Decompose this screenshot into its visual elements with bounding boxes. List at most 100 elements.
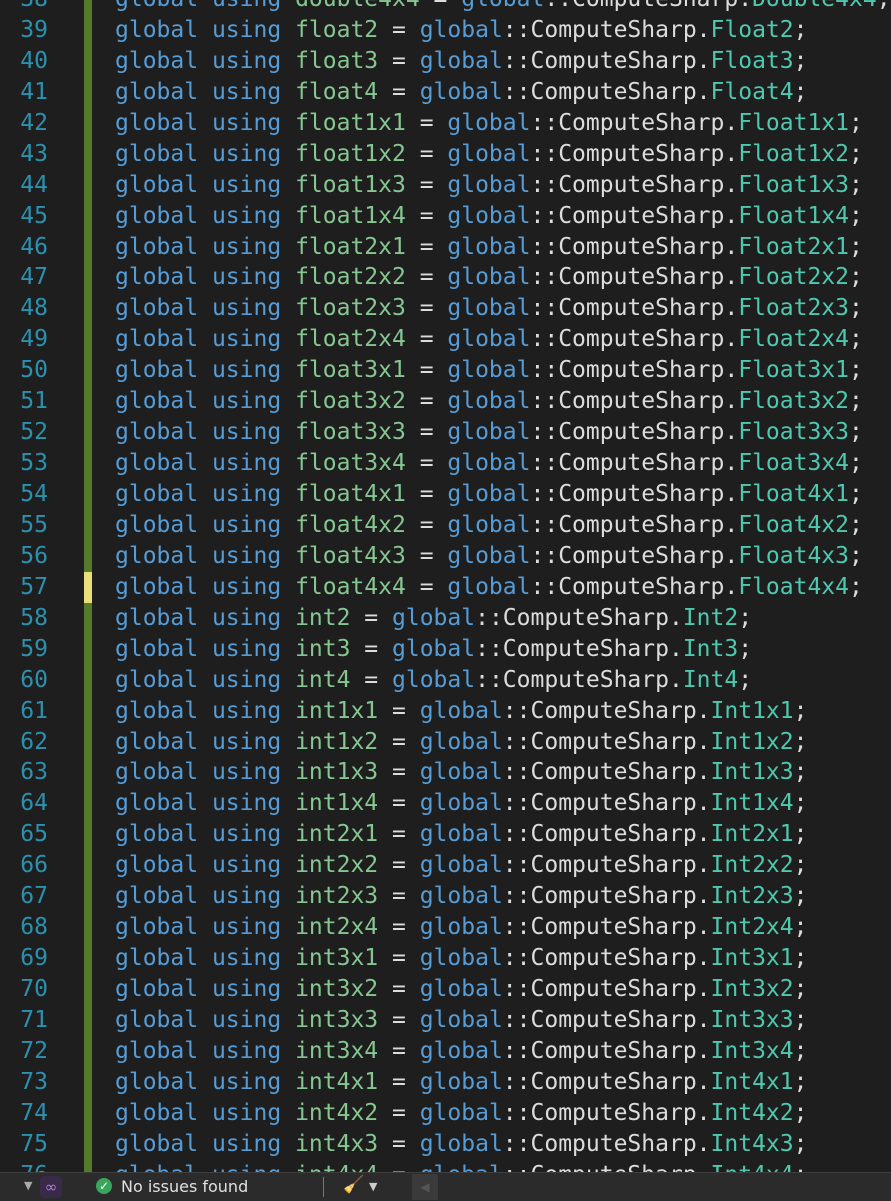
alias-name: float4x2: [295, 511, 406, 538]
horizontal-scrollbar[interactable]: [438, 1174, 891, 1200]
code-text[interactable]: global using float1x2 = global::ComputeS…: [115, 139, 863, 170]
code-line[interactable]: 47 global using float2x2 = global::Comput…: [0, 262, 891, 294]
code-text[interactable]: global using float2x2 = global::ComputeS…: [115, 262, 863, 293]
code-line[interactable]: 68 global using int2x4 = global::ComputeS…: [0, 912, 891, 944]
scroll-left-icon[interactable]: ◀: [412, 1174, 438, 1200]
code-line[interactable]: 58 global using int2 = global::ComputeSha…: [0, 602, 891, 634]
code-line[interactable]: 73 global using int4x1 = global::ComputeS…: [0, 1066, 891, 1098]
code-text[interactable]: global using float4x4 = global::ComputeS…: [115, 572, 863, 603]
change-indicator-bar: [84, 757, 92, 789]
code-text[interactable]: global using double4x4 = global::Compute…: [115, 0, 891, 15]
code-line[interactable]: 56 global using float4x3 = global::Comput…: [0, 540, 891, 572]
code-text[interactable]: global using float3x3 = global::ComputeS…: [115, 417, 863, 448]
code-text[interactable]: global using int3x3 = global::ComputeSha…: [115, 1005, 807, 1036]
code-text[interactable]: global using int4x4 = global::ComputeSha…: [115, 1160, 807, 1172]
keyword-global: global: [115, 635, 199, 662]
code-text[interactable]: global using float3 = global::ComputeSha…: [115, 46, 807, 77]
equals-operator: =: [405, 388, 448, 415]
code-line[interactable]: 55 global using float4x2 = global::Comput…: [0, 509, 891, 541]
code-line[interactable]: 70 global using int3x2 = global::ComputeS…: [0, 974, 891, 1005]
code-text[interactable]: global using float2x1 = global::ComputeS…: [115, 232, 863, 263]
code-line[interactable]: 72 global using int3x4 = global::ComputeS…: [0, 1035, 891, 1067]
line-number: 52: [20, 419, 48, 446]
code-line[interactable]: 50 global using float3x1 = global::Comput…: [0, 355, 891, 387]
code-line[interactable]: 62 global using int1x2 = global::ComputeS…: [0, 726, 891, 758]
code-text[interactable]: global using int3x2 = global::ComputeSha…: [115, 974, 807, 1005]
code-line[interactable]: 69 global using int3x1 = global::ComputeS…: [0, 943, 891, 974]
code-text[interactable]: global using float1x4 = global::ComputeS…: [115, 201, 863, 232]
code-text[interactable]: global using int4x2 = global::ComputeSha…: [115, 1098, 807, 1129]
code-text[interactable]: global using int4x1 = global::ComputeSha…: [115, 1067, 807, 1098]
code-text[interactable]: global using float3x4 = global::ComputeS…: [115, 448, 863, 479]
code-line[interactable]: 39 global using float2 = global::ComputeS…: [0, 14, 891, 46]
code-text[interactable]: global using int1x1 = global::ComputeSha…: [115, 696, 807, 727]
code-line[interactable]: 64 global using int1x4 = global::ComputeS…: [0, 788, 891, 820]
code-text[interactable]: global using int1x3 = global::ComputeSha…: [115, 757, 807, 788]
code-text[interactable]: global using float4x2 = global::ComputeS…: [115, 510, 863, 541]
code-line[interactable]: 60 global using int4 = global::ComputeSha…: [0, 664, 891, 696]
type-name: Int3x1: [710, 945, 794, 972]
code-text[interactable]: global using float1x3 = global::ComputeS…: [115, 170, 863, 201]
code-line[interactable]: 40 global using float3 = global::ComputeS…: [0, 45, 891, 77]
chevron-down-icon[interactable]: ▼: [24, 1179, 32, 1192]
code-text[interactable]: global using int1x4 = global::ComputeSha…: [115, 788, 807, 819]
code-line[interactable]: 42 global using float1x1 = global::Comput…: [0, 107, 891, 139]
code-text[interactable]: global using int2 = global::ComputeSharp…: [115, 603, 752, 634]
code-line[interactable]: 59 global using int3 = global::ComputeSha…: [0, 633, 891, 665]
code-line[interactable]: 43 global using float1x2 = global::Comput…: [0, 138, 891, 170]
code-editor[interactable]: 38global using double4x4 = global::Compu…: [0, 0, 891, 1172]
chevron-down-icon[interactable]: ▼: [369, 1180, 377, 1193]
scope-operator: ::: [502, 16, 531, 43]
code-text[interactable]: global using int1x2 = global::ComputeSha…: [115, 727, 807, 758]
keyword-global: global: [447, 450, 531, 477]
code-line[interactable]: 52 global using float3x3 = global::Comput…: [0, 417, 891, 449]
code-line[interactable]: 65 global using int2x1 = global::ComputeS…: [0, 819, 891, 851]
code-text[interactable]: global using int3x4 = global::ComputeSha…: [115, 1036, 807, 1067]
code-line[interactable]: 49 global using float2x4 = global::Comput…: [0, 324, 891, 356]
type-name: Float3x3: [738, 419, 849, 446]
code-line[interactable]: 74 global using int4x2 = global::ComputeS…: [0, 1097, 891, 1129]
code-cleanup-brush-icon[interactable]: 🧹: [343, 1175, 364, 1195]
code-text[interactable]: global using float3x1 = global::ComputeS…: [115, 355, 863, 386]
code-text[interactable]: global using float2 = global::ComputeSha…: [115, 15, 807, 46]
code-text[interactable]: global using int4x3 = global::ComputeSha…: [115, 1129, 807, 1160]
code-text[interactable]: global using int4 = global::ComputeSharp…: [115, 665, 752, 696]
code-text[interactable]: global using int2x2 = global::ComputeSha…: [115, 850, 807, 881]
code-line[interactable]: 41 global using float4 = global::ComputeS…: [0, 76, 891, 108]
code-line[interactable]: 46 global using float2x1 = global::Comput…: [0, 231, 891, 263]
issues-status[interactable]: No issues found: [121, 1176, 248, 1198]
code-line[interactable]: 51 global using float3x2 = global::Comput…: [0, 386, 891, 418]
code-text[interactable]: global using int2x3 = global::ComputeSha…: [115, 881, 807, 912]
code-text[interactable]: global using float4x3 = global::ComputeS…: [115, 541, 863, 572]
code-text[interactable]: global using float3x2 = global::ComputeS…: [115, 386, 863, 417]
equals-operator: =: [378, 1130, 420, 1157]
code-text[interactable]: global using int2x1 = global::ComputeSha…: [115, 819, 807, 850]
visual-studio-icon[interactable]: ∞: [40, 1176, 62, 1198]
code-text[interactable]: global using float4x1 = global::ComputeS…: [115, 479, 863, 510]
code-line[interactable]: 71 global using int3x3 = global::ComputeS…: [0, 1004, 891, 1036]
code-line[interactable]: 54 global using float4x1 = global::Comput…: [0, 479, 891, 510]
code-text[interactable]: global using int2x4 = global::ComputeSha…: [115, 912, 807, 943]
code-line[interactable]: 63 global using int1x3 = global::ComputeS…: [0, 757, 891, 789]
line-number: 49: [20, 326, 48, 353]
code-text[interactable]: global using float1x1 = global::ComputeS…: [115, 108, 863, 139]
code-line[interactable]: 67 global using int2x3 = global::ComputeS…: [0, 881, 891, 913]
code-text[interactable]: global using float4 = global::ComputeSha…: [115, 77, 807, 108]
code-line[interactable]: 61 global using int1x1 = global::ComputeS…: [0, 695, 891, 727]
scope-operator: ::: [475, 604, 503, 631]
keyword-global: global: [115, 945, 199, 972]
code-line[interactable]: 76 global using int4x4 = global::ComputeS…: [0, 1159, 891, 1172]
code-line[interactable]: 38 global using double4x4 = global::Compu…: [0, 0, 891, 15]
code-line[interactable]: 48 global using float2x3 = global::Comput…: [0, 293, 891, 325]
code-text[interactable]: global using int3 = global::ComputeSharp…: [115, 634, 752, 665]
code-text[interactable]: global using float2x3 = global::ComputeS…: [115, 293, 863, 324]
line-number: 55: [20, 511, 48, 538]
code-line[interactable]: 45 global using float1x4 = global::Comput…: [0, 200, 891, 232]
code-line[interactable]: 66 global using int2x2 = global::ComputeS…: [0, 850, 891, 882]
code-line[interactable]: 53 global using float3x4 = global::Comput…: [0, 448, 891, 479]
code-line[interactable]: 57 global using float4x4 = global::Comput…: [0, 571, 891, 603]
code-line[interactable]: 44 global using float1x3 = global::Comput…: [0, 169, 891, 201]
code-text[interactable]: global using float2x4 = global::ComputeS…: [115, 324, 863, 355]
code-text[interactable]: global using int3x1 = global::ComputeSha…: [115, 943, 807, 974]
code-line[interactable]: 75 global using int4x3 = global::ComputeS…: [0, 1128, 891, 1160]
